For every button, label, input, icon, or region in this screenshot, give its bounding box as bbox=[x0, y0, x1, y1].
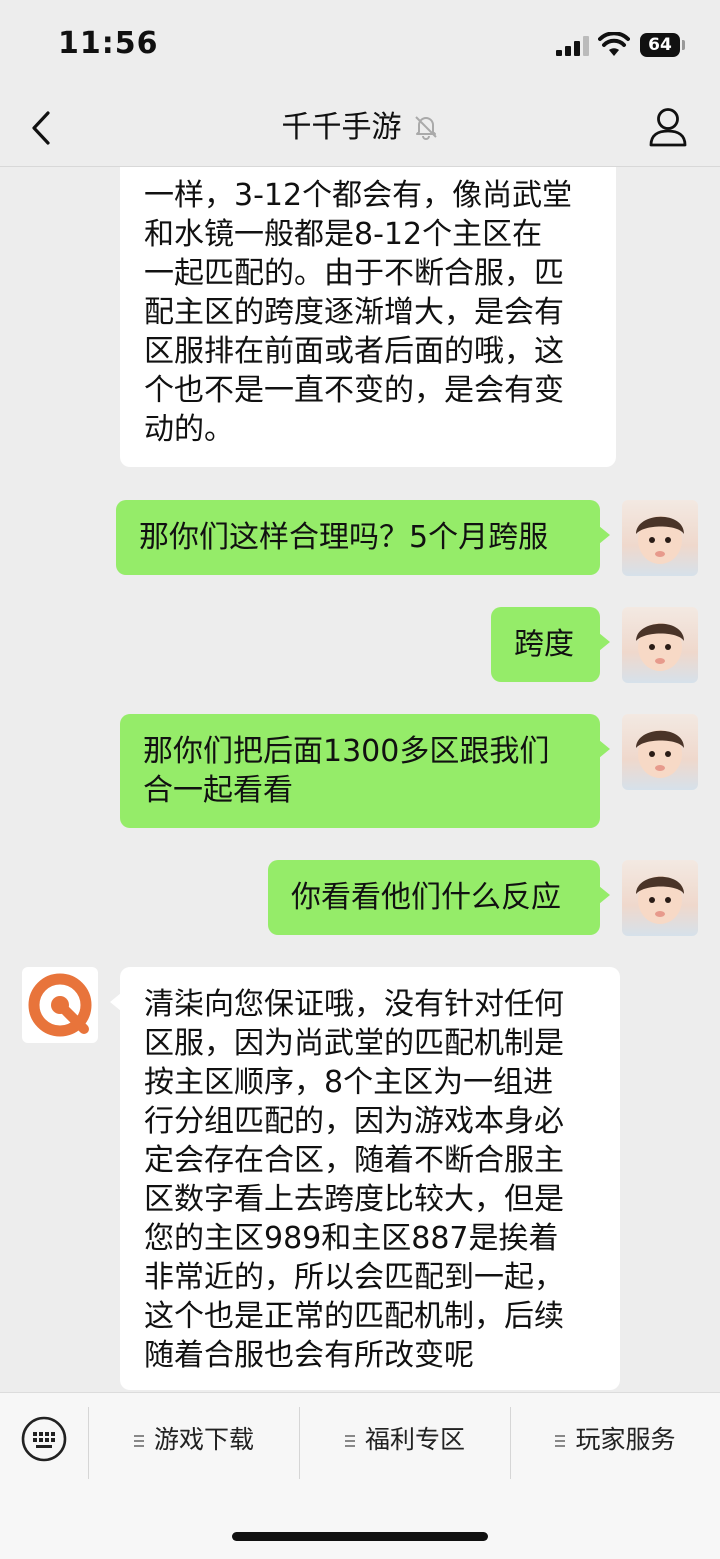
sent-message[interactable]: 那你们把后面1300多区跟我们 合一起看看 bbox=[120, 714, 610, 828]
chat-header: 千千手游 bbox=[0, 90, 720, 167]
sent-message[interactable]: 你看看他们什么反应 bbox=[268, 860, 610, 935]
message-line: 一样，3-12个都会有，像尚武堂 bbox=[144, 178, 573, 213]
received-message[interactable]: 间，分组匹配的主区数量也会不 一样，3-12个都会有，像尚武堂 和水镜一般都是8… bbox=[120, 167, 616, 467]
message-line: 配主区的跨度逐渐增大，是会有 bbox=[144, 295, 564, 330]
menu-lines-icon bbox=[133, 1435, 144, 1447]
menu-game-download[interactable]: 游戏下载 bbox=[89, 1405, 299, 1475]
message-text: 你看看他们什么反应 bbox=[291, 880, 561, 915]
message-line: 区服排在前面或者后面的哦，这 bbox=[144, 334, 564, 369]
wifi-icon bbox=[598, 32, 630, 56]
bot-avatar[interactable] bbox=[22, 967, 98, 1043]
sent-message[interactable]: 那你们这样合理吗？5个月跨服 bbox=[116, 500, 610, 575]
chat-title: 千千手游 bbox=[281, 110, 402, 145]
menu-welfare-zone[interactable]: 福利专区 bbox=[300, 1405, 510, 1475]
menu-label: 玩家服务 bbox=[575, 1425, 676, 1454]
menu-label: 福利专区 bbox=[364, 1425, 465, 1454]
home-indicator[interactable] bbox=[232, 1532, 488, 1541]
message-line: 定会存在合区，随着不断合服主 bbox=[144, 1143, 564, 1178]
message-line: 按主区顺序，8个主区为一组进 bbox=[144, 1065, 554, 1100]
user-avatar[interactable] bbox=[622, 500, 698, 576]
keyboard-icon[interactable] bbox=[20, 1415, 68, 1463]
message-line: 和水镜一般都是8-12个主区在 bbox=[144, 217, 543, 252]
message-text: 那你们这样合理吗？5个月跨服 bbox=[139, 520, 549, 555]
user-avatar[interactable] bbox=[622, 714, 698, 790]
message-list[interactable]: 间，分组匹配的主区数量也会不 一样，3-12个都会有，像尚武堂 和水镜一般都是8… bbox=[0, 167, 720, 1392]
message-line: 随着合服也会有所改变呢 bbox=[144, 1338, 474, 1373]
menu-label: 游戏下载 bbox=[153, 1425, 254, 1454]
message-line: 清柒向您保证哦，没有针对任何 bbox=[144, 987, 564, 1022]
battery-tip bbox=[682, 40, 685, 50]
profile-icon[interactable] bbox=[648, 106, 688, 148]
mute-bell-icon bbox=[414, 116, 437, 140]
bot-logo-icon bbox=[28, 973, 92, 1037]
menu-player-service[interactable]: 玩家服务 bbox=[511, 1405, 720, 1475]
status-bar: 11:56 64 bbox=[0, 0, 720, 90]
message-line: 那你们把后面1300多区跟我们 bbox=[143, 734, 550, 769]
menu-lines-icon bbox=[344, 1435, 355, 1447]
message-line: 个也不是一直不变的，是会有变 bbox=[144, 373, 564, 408]
sent-message[interactable]: 跨度 bbox=[491, 607, 610, 682]
message-line: 合一起看看 bbox=[143, 773, 293, 808]
message-line: 您的主区989和主区887是挨着 bbox=[144, 1221, 559, 1256]
signal-icon bbox=[556, 36, 592, 56]
menu-lines-icon bbox=[555, 1435, 566, 1447]
message-line: 区服，因为尚武堂的匹配机制是 bbox=[144, 1026, 564, 1061]
user-avatar[interactable] bbox=[622, 607, 698, 683]
user-avatar[interactable] bbox=[622, 860, 698, 936]
message-line: 行分组匹配的，因为游戏本身必 bbox=[144, 1104, 564, 1139]
message-line: 非常近的，所以会匹配到一起， bbox=[144, 1260, 564, 1295]
message-text: 跨度 bbox=[514, 627, 574, 662]
status-time: 11:56 bbox=[58, 26, 159, 61]
message-line: 动的。 bbox=[144, 412, 234, 447]
message-line: 区数字看上去跨度比较大，但是 bbox=[144, 1182, 564, 1217]
received-message[interactable]: 清柒向您保证哦，没有针对任何 区服，因为尚武堂的匹配机制是 按主区顺序，8个主区… bbox=[110, 967, 620, 1390]
message-line: 一起匹配的。由于不断合服，匹 bbox=[144, 256, 564, 291]
title-container: 千千手游 bbox=[0, 90, 720, 166]
battery-icon: 64 bbox=[640, 33, 680, 57]
message-line: 这个也是正常的匹配机制，后续 bbox=[144, 1299, 564, 1334]
